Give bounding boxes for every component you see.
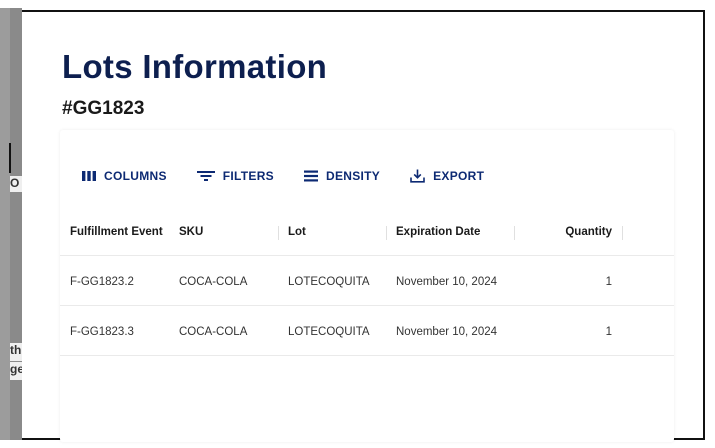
background-divider xyxy=(9,143,11,173)
order-id: #GG1823 xyxy=(62,98,145,119)
background-text-fragment: ge xyxy=(10,362,22,380)
filters-button[interactable]: FILTERS xyxy=(196,169,274,183)
background-text-fragment: th xyxy=(10,343,22,361)
column-header-quantity[interactable]: Quantity xyxy=(524,208,612,256)
column-separator[interactable] xyxy=(622,226,623,240)
column-header-fulfillment-event[interactable]: Fulfillment Event xyxy=(70,208,163,256)
column-header-expiration-date[interactable]: Expiration Date xyxy=(396,208,480,256)
background-panel xyxy=(0,8,10,440)
lots-information-modal: Lots Information #GG1823 COLUMNS FILTERS xyxy=(22,10,705,442)
export-icon xyxy=(410,169,425,183)
cell-expiration-date: November 10, 2024 xyxy=(396,275,498,288)
cell-sku: COCA-COLA xyxy=(179,325,248,338)
background-text-fragment: O xyxy=(10,176,22,192)
cell-quantity: 1 xyxy=(605,275,612,288)
columns-label: COLUMNS xyxy=(104,169,167,183)
column-separator[interactable] xyxy=(514,226,515,240)
cell-fulfillment-event: F-GG1823.2 xyxy=(70,275,134,288)
table-row[interactable]: F-GG1823.3 COCA-COLA LOTECOQUITA Novembe… xyxy=(60,307,674,356)
density-label: DENSITY xyxy=(325,169,381,183)
filter-icon xyxy=(196,170,215,182)
density-button[interactable]: DENSITY xyxy=(303,169,381,183)
cell-lot: LOTECOQUITA xyxy=(288,275,370,288)
column-header-lot[interactable]: Lot xyxy=(288,208,306,256)
cell-lot: LOTECOQUITA xyxy=(288,325,370,338)
export-label: EXPORT xyxy=(433,169,485,183)
filters-label: FILTERS xyxy=(222,169,274,183)
lots-data-grid: COLUMNS FILTERS DENSITY EXPORT Fulfillme… xyxy=(60,130,674,442)
grid-toolbar: COLUMNS FILTERS DENSITY EXPORT xyxy=(82,164,514,188)
column-header-sku[interactable]: SKU xyxy=(179,208,203,256)
columns-icon xyxy=(82,170,96,182)
column-separator[interactable] xyxy=(386,226,387,240)
export-button[interactable]: EXPORT xyxy=(410,169,484,183)
page-title: Lots Information xyxy=(62,48,328,85)
column-separator[interactable] xyxy=(278,226,279,240)
cell-expiration-date: November 10, 2024 xyxy=(396,325,498,338)
cell-sku: COCA-COLA xyxy=(179,275,248,288)
table-row[interactable]: F-GG1823.2 COCA-COLA LOTECOQUITA Novembe… xyxy=(60,257,674,306)
cell-fulfillment-event: F-GG1823.3 xyxy=(70,325,134,338)
table-header: Fulfillment Event SKU Lot Expiration Dat… xyxy=(60,208,674,256)
columns-button[interactable]: COLUMNS xyxy=(82,169,167,183)
screen: O th ge Lots Information #GG1823 COLUMNS… xyxy=(0,0,715,448)
cell-quantity: 1 xyxy=(605,325,612,338)
density-icon xyxy=(303,170,318,182)
